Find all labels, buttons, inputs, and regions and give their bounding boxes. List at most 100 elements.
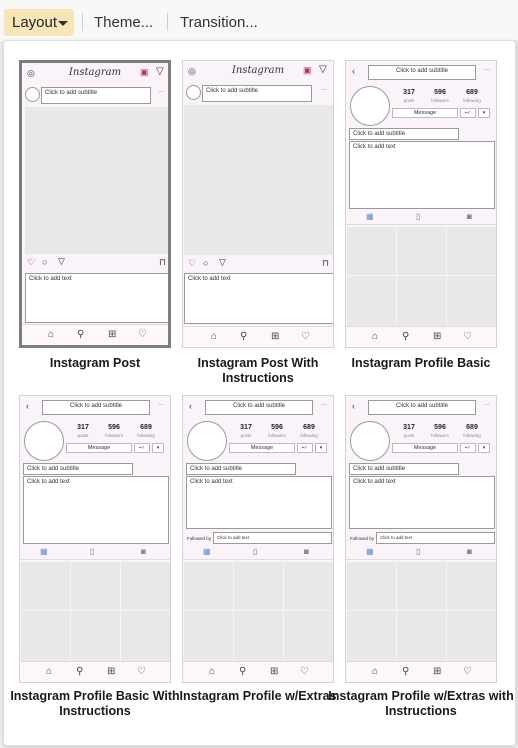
text-placeholder[interactable]: Click to add text xyxy=(349,476,495,529)
following-count: 689 xyxy=(303,424,315,431)
followers-count: 596 xyxy=(108,424,120,431)
grid-photo xyxy=(71,611,120,662)
following-label: following xyxy=(300,433,318,438)
following-label: following xyxy=(463,98,481,103)
add-post-icon: ⊞ xyxy=(433,666,442,677)
text-placeholder[interactable]: Click to add text xyxy=(23,476,169,544)
posts-label: posts xyxy=(77,433,89,438)
text-placeholder[interactable]: Click to add text xyxy=(184,273,333,324)
search-icon: ⚲ xyxy=(240,331,248,342)
subtitle-placeholder[interactable]: Click to add subtitle xyxy=(368,65,476,80)
grid-photo xyxy=(234,611,283,662)
layout-thumbnail: ‹ Click to add subtitle ··· 317 posts 59… xyxy=(182,395,334,683)
reels-icon: ▯ xyxy=(416,212,421,221)
message-button[interactable]: Message xyxy=(392,108,458,118)
grid-photo xyxy=(397,611,446,662)
grid-photo xyxy=(21,562,70,610)
dropdown-button[interactable]: ▾ xyxy=(152,443,164,453)
subtitle-placeholder[interactable]: Click to add subtitle xyxy=(41,87,151,104)
search-icon: ⚲ xyxy=(402,666,410,677)
grid-photo xyxy=(397,276,446,327)
follow-check-button[interactable]: ▪✓ xyxy=(297,443,313,453)
subtitle-placeholder[interactable]: Click to add subtitle xyxy=(42,400,150,415)
transition-button[interactable]: Transition... xyxy=(180,9,258,36)
followers-label: followers xyxy=(268,433,286,438)
subtitle-placeholder[interactable]: Click to add subtitle xyxy=(368,400,476,415)
text-placeholder[interactable]: Click to add text xyxy=(349,141,495,209)
followers-label: followers xyxy=(431,98,449,103)
followers-count: 596 xyxy=(271,424,283,431)
grid-photo xyxy=(121,562,170,610)
bottom-nav: ⌂ ⚲ ⊞ ♡ xyxy=(183,326,333,347)
avatar xyxy=(24,421,64,461)
divider xyxy=(183,559,333,560)
grid-icon: ▦ xyxy=(203,547,211,556)
subtitle-placeholder[interactable]: Click to add subtitle xyxy=(205,400,313,415)
follow-check-button[interactable]: ▪✓ xyxy=(460,108,476,118)
home-icon: ⌂ xyxy=(372,666,379,677)
search-icon: ⚲ xyxy=(77,329,85,340)
message-button[interactable]: Message xyxy=(392,443,458,453)
profile-tabs: ▦ ▯ ◙ xyxy=(20,546,170,558)
follow-check-button[interactable]: ▪✓ xyxy=(460,443,476,453)
grid-photo xyxy=(184,611,233,662)
following-label: following xyxy=(463,433,481,438)
reels-icon: ▯ xyxy=(253,547,258,556)
photo-placeholder xyxy=(184,105,333,255)
subtitle-placeholder[interactable]: Click to add subtitle xyxy=(186,463,296,475)
toolbar: Layout Theme... Transition... xyxy=(0,0,518,43)
theme-button[interactable]: Theme... xyxy=(94,9,153,36)
subtitle-placeholder[interactable]: Click to add subtitle xyxy=(23,463,133,475)
dropdown-button[interactable]: ▾ xyxy=(478,443,490,453)
subtitle-placeholder[interactable]: Click to add subtitle xyxy=(349,128,459,140)
message-button[interactable]: Message xyxy=(229,443,295,453)
text-placeholder[interactable]: Click to add text xyxy=(25,273,168,323)
following-count: 689 xyxy=(466,89,478,96)
search-icon: ⚲ xyxy=(239,666,247,677)
subtitle-placeholder[interactable]: Click to add subtitle xyxy=(349,463,459,475)
more-icon: ··· xyxy=(158,89,164,95)
reels-icon: ▯ xyxy=(416,547,421,556)
heart-icon: ♡ xyxy=(188,258,197,268)
avatar xyxy=(350,86,390,126)
layout-menu-button[interactable]: Layout xyxy=(4,9,74,36)
grid-photo xyxy=(121,611,170,662)
profile-tabs: ▦ ▯ ◙ xyxy=(346,546,496,558)
heart-icon: ♡ xyxy=(138,329,147,340)
followed-by-text-placeholder[interactable]: Click to add text xyxy=(376,532,495,544)
grid-photo xyxy=(397,227,446,275)
more-icon: ··· xyxy=(158,402,164,408)
more-icon: ··· xyxy=(321,402,327,408)
add-post-icon: ⊞ xyxy=(107,666,116,677)
toolbar-divider xyxy=(82,13,83,31)
back-icon: ‹ xyxy=(26,401,29,411)
avatar xyxy=(25,87,40,102)
grid-photo xyxy=(234,562,283,610)
home-icon: ⌂ xyxy=(48,329,55,340)
subtitle-placeholder[interactable]: Click to add subtitle xyxy=(202,85,312,102)
tagged-icon: ◙ xyxy=(141,547,146,556)
layout-name: Instagram Profile w/Extras with Instruct… xyxy=(328,689,514,718)
posts-count: 317 xyxy=(403,89,415,96)
back-icon: ‹ xyxy=(352,66,355,76)
followed-by-text-placeholder[interactable]: Click to add text xyxy=(213,532,332,544)
search-icon: ⚲ xyxy=(402,331,410,342)
heart-icon: ♡ xyxy=(463,331,472,342)
divider xyxy=(346,559,496,560)
reels-icon: ▯ xyxy=(90,547,95,556)
follow-check-button[interactable]: ▪✓ xyxy=(134,443,150,453)
toolbar-divider xyxy=(167,13,168,31)
grid-photo xyxy=(347,227,396,275)
send-icon: ▽ xyxy=(156,66,164,77)
dropdown-button[interactable]: ▾ xyxy=(315,443,327,453)
text-placeholder[interactable]: Click to add text xyxy=(186,476,332,529)
grid-photo xyxy=(347,276,396,327)
grid-photo xyxy=(397,562,446,610)
posts-count: 317 xyxy=(240,424,252,431)
tagged-icon: ◙ xyxy=(467,547,472,556)
send-icon: ▽ xyxy=(319,64,327,75)
dropdown-button[interactable]: ▾ xyxy=(478,108,490,118)
message-button[interactable]: Message xyxy=(66,443,132,453)
more-icon: ··· xyxy=(321,87,327,93)
grid-photo xyxy=(71,562,120,610)
